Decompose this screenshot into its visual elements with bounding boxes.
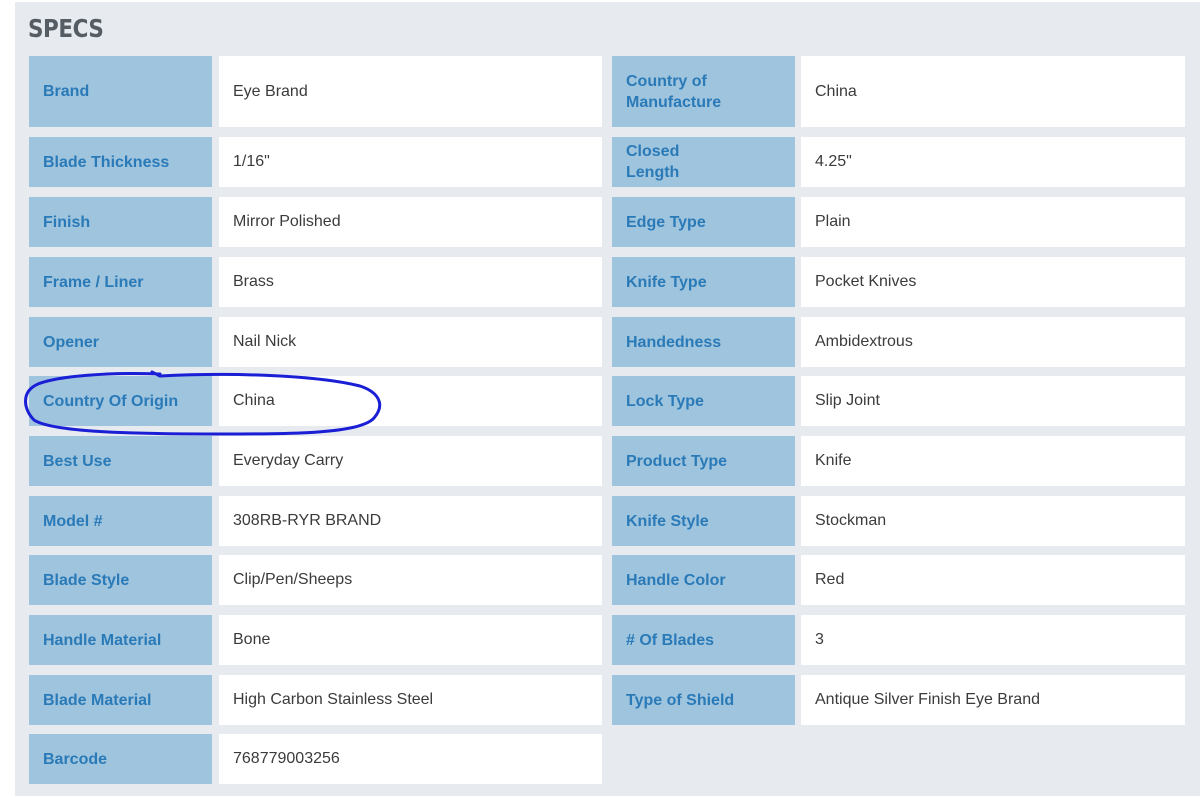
spec-row-finish: Finish Mirror Polished (29, 197, 602, 247)
spec-label: # Of Blades (612, 615, 795, 665)
spec-row-model: Model # 308RB-RYR BRAND (29, 496, 602, 546)
spec-label: Handle Color (612, 555, 795, 605)
spec-label: Product Type (612, 436, 795, 486)
spec-label: Country Of Origin (29, 376, 212, 426)
spec-label: Handle Material (29, 615, 212, 665)
spec-value: Nail Nick (219, 317, 602, 367)
spec-label: Blade Thickness (29, 137, 212, 187)
spec-value: Ambidextrous (801, 317, 1185, 367)
spec-row-country-of-origin: Country Of Origin China (29, 376, 602, 426)
spec-label: Lock Type (612, 376, 795, 426)
spec-value: 308RB-RYR BRAND (219, 496, 602, 546)
spec-label: Finish (29, 197, 212, 247)
spec-row-closed-length: Closed Length 4.25" (612, 137, 1185, 187)
spec-label: Country of Manufacture (612, 56, 795, 127)
spec-value: Everyday Carry (219, 436, 602, 486)
spec-label: Best Use (29, 436, 212, 486)
spec-row-edge-type: Edge Type Plain (612, 197, 1185, 247)
spec-value: Antique Silver Finish Eye Brand (801, 675, 1185, 725)
spec-value: China (219, 376, 602, 426)
spec-label: Knife Type (612, 257, 795, 307)
spec-row-number-of-blades: # Of Blades 3 (612, 615, 1185, 665)
spec-value: High Carbon Stainless Steel (219, 675, 602, 725)
spec-value: Brass (219, 257, 602, 307)
spec-row-frame-liner: Frame / Liner Brass (29, 257, 602, 307)
spec-label: Model # (29, 496, 212, 546)
spec-row-blade-thickness: Blade Thickness 1/16" (29, 137, 602, 187)
spec-row-blade-style: Blade Style Clip/Pen/Sheeps (29, 555, 602, 605)
spec-row-knife-type: Knife Type Pocket Knives (612, 257, 1185, 307)
spec-value: Red (801, 555, 1185, 605)
spec-row-handle-color: Handle Color Red (612, 555, 1185, 605)
spec-row-country-of-manufacture: Country of Manufacture China (612, 56, 1185, 127)
spec-value: Plain (801, 197, 1185, 247)
section-title: SPECS (28, 14, 104, 43)
spec-value: 3 (801, 615, 1185, 665)
spec-value: China (801, 56, 1185, 127)
spec-row-blade-material: Blade Material High Carbon Stainless Ste… (29, 675, 602, 725)
spec-row-lock-type: Lock Type Slip Joint (612, 376, 1185, 426)
spec-value: Knife (801, 436, 1185, 486)
spec-row-brand: Brand Eye Brand (29, 56, 602, 127)
spec-label: Knife Style (612, 496, 795, 546)
spec-value: 1/16" (219, 137, 602, 187)
spec-row-type-of-shield: Type of Shield Antique Silver Finish Eye… (612, 675, 1185, 725)
spec-row-handedness: Handedness Ambidextrous (612, 317, 1185, 367)
spec-label: Blade Style (29, 555, 212, 605)
spec-row-product-type: Product Type Knife (612, 436, 1185, 486)
spec-row-barcode: Barcode 768779003256 (29, 734, 602, 784)
spec-value: Slip Joint (801, 376, 1185, 426)
spec-label: Blade Material (29, 675, 212, 725)
spec-label: Brand (29, 56, 212, 127)
spec-label: Type of Shield (612, 675, 795, 725)
spec-value: 4.25" (801, 137, 1185, 187)
spec-label: Edge Type (612, 197, 795, 247)
spec-row-best-use: Best Use Everyday Carry (29, 436, 602, 486)
spec-value: Bone (219, 615, 602, 665)
spec-value: Eye Brand (219, 56, 602, 127)
spec-label: Handedness (612, 317, 795, 367)
spec-row-handle-material: Handle Material Bone (29, 615, 602, 665)
spec-label: Barcode (29, 734, 212, 784)
spec-value: Pocket Knives (801, 257, 1185, 307)
spec-value: Stockman (801, 496, 1185, 546)
spec-value: Clip/Pen/Sheeps (219, 555, 602, 605)
spec-label: Opener (29, 317, 212, 367)
spec-value: 768779003256 (219, 734, 602, 784)
spec-value: Mirror Polished (219, 197, 602, 247)
spec-label: Frame / Liner (29, 257, 212, 307)
spec-label: Closed Length (612, 137, 795, 187)
spec-row-opener: Opener Nail Nick (29, 317, 602, 367)
spec-row-knife-style: Knife Style Stockman (612, 496, 1185, 546)
